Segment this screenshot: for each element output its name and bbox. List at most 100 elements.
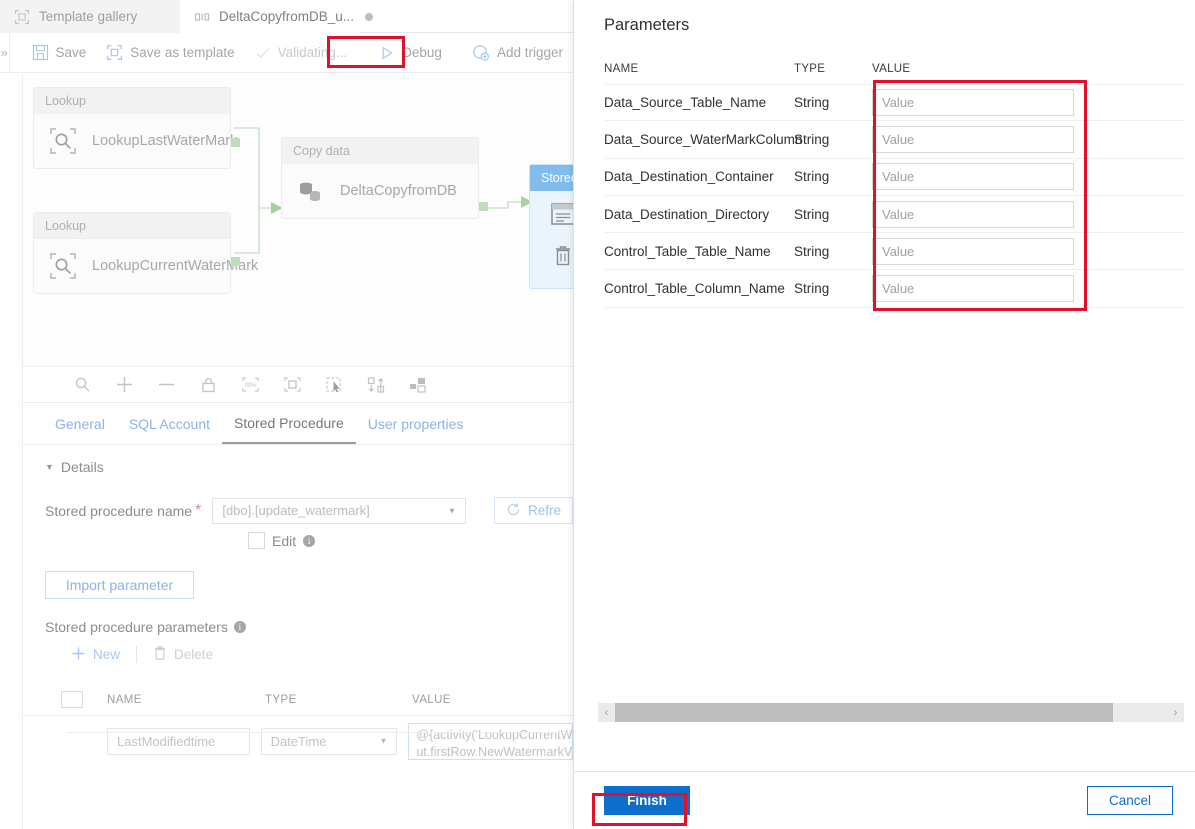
info-icon[interactable]: i <box>303 534 316 547</box>
delete-parameter-button[interactable]: Delete <box>143 641 223 668</box>
column-header-value: VALUE <box>872 63 911 75</box>
select-all-checkbox[interactable] <box>61 691 83 708</box>
table-row[interactable]: LastModifiedtime DateTime ▼ @{activity('… <box>23 716 573 766</box>
parameter-type: String <box>794 169 830 185</box>
parameter-name: Control_Table_Column_Name <box>604 281 785 297</box>
new-parameter-button[interactable]: New <box>61 642 130 668</box>
refresh-icon <box>506 502 521 520</box>
tab-stored-procedure[interactable]: Stored Procedure <box>222 403 356 444</box>
tab-template-gallery[interactable]: Template gallery <box>0 0 180 33</box>
parameter-type-value: DateTime <box>270 733 327 749</box>
scroll-left-button[interactable]: ‹ <box>598 703 615 722</box>
node-name-label: LookupLastWaterMark <box>92 132 238 149</box>
parameter-value-input[interactable]: Value <box>872 237 1074 265</box>
activity-node-lookup-current-watermark[interactable]: Lookup LookupCurrentWaterMark <box>33 212 259 294</box>
add-trigger-icon <box>472 44 490 62</box>
parameter-value-input[interactable]: @{activity('LookupCurrentWaterM ut.first… <box>408 722 573 760</box>
activity-node-copy-data[interactable]: Copy data DeltaCopyfromDB <box>281 137 488 219</box>
column-header-type: TYPE <box>265 693 297 706</box>
zoom-in-icon[interactable] <box>103 367 145 403</box>
refresh-button[interactable]: Refre <box>493 497 573 524</box>
save-icon <box>32 44 49 61</box>
parameter-type: String <box>794 243 830 259</box>
parameter-type: String <box>794 95 830 111</box>
save-as-template-button[interactable]: Save as template <box>96 33 244 73</box>
column-header-value: VALUE <box>412 693 451 706</box>
unsaved-changes-dot <box>365 12 374 21</box>
node-output-port[interactable] <box>479 202 488 211</box>
pipeline-canvas[interactable]: Lookup LookupLastWaterMark Lookup Lookup… <box>22 74 573 366</box>
details-section-toggle[interactable]: ▼ Details <box>45 459 573 475</box>
stored-procedure-details: ▼ Details Stored procedure name * [dbo].… <box>22 445 573 829</box>
debug-label: Debug <box>402 45 442 60</box>
activity-node-stored-procedure[interactable]: Stored <box>529 164 573 289</box>
check-icon <box>255 45 271 61</box>
pipeline-icon <box>194 9 210 25</box>
validating-status: Validating... <box>245 33 358 73</box>
column-header-name: NAME <box>604 63 639 75</box>
tab-sql-account[interactable]: SQL Account <box>117 403 222 444</box>
finish-button[interactable]: Finish <box>604 786 690 815</box>
plus-icon <box>71 646 86 664</box>
column-header-type: TYPE <box>794 63 826 75</box>
parameter-value-input[interactable]: Value <box>872 275 1074 303</box>
new-label: New <box>93 647 121 662</box>
save-button[interactable]: Save <box>22 33 97 73</box>
add-trigger-button[interactable]: Add trigger <box>462 33 573 73</box>
caret-down-icon: ▼ <box>45 462 54 472</box>
edit-checkbox[interactable] <box>248 532 265 549</box>
stored-procedure-parameters-label-row: Stored procedure parameters i <box>45 619 573 635</box>
parameters-table: Data_Source_Table_Name String Value Data… <box>604 84 1184 308</box>
import-parameter-button[interactable]: Import parameter <box>45 571 194 599</box>
parameter-value-input[interactable]: Value <box>872 89 1074 117</box>
tab-label: DeltaCopyfromDB_u... <box>219 9 355 24</box>
screen-root: Template gallery DeltaCopyfromDB_u... » <box>0 0 1195 829</box>
node-type-label: Copy data <box>282 138 478 164</box>
scrollbar-thumb[interactable] <box>615 703 1113 722</box>
auto-align-icon[interactable] <box>355 367 397 403</box>
parameter-value-input[interactable]: Value <box>872 163 1074 191</box>
node-name-label: DeltaCopyfromDB <box>340 182 457 199</box>
tab-deltacopyfromdb[interactable]: DeltaCopyfromDB_u... <box>180 0 374 33</box>
node-name-label: LookupCurrentWaterMark <box>92 257 259 274</box>
tab-label: Template gallery <box>39 9 138 24</box>
tab-general[interactable]: General <box>43 403 117 444</box>
parameter-name: Data_Source_Table_Name <box>604 95 767 111</box>
svg-text:00%: 00% <box>244 383 257 389</box>
scrollbar-track[interactable] <box>615 703 1167 722</box>
lock-icon[interactable] <box>187 367 229 403</box>
node-output-port[interactable] <box>231 257 240 266</box>
trash-icon <box>153 645 167 664</box>
validating-label: Validating... <box>277 45 348 60</box>
zoom-100-icon[interactable]: 00% <box>229 367 271 403</box>
template-icon <box>106 44 123 61</box>
divider <box>136 646 138 663</box>
scroll-right-button[interactable]: › <box>1167 703 1184 722</box>
parameter-value-input[interactable]: Value <box>872 200 1074 228</box>
layout-icon[interactable] <box>397 367 439 403</box>
zoom-icon[interactable] <box>61 367 103 403</box>
zoom-out-icon[interactable] <box>145 367 187 403</box>
stored-procedure-parameters-grid: NAME TYPE VALUE LastModifiedtime DateTim… <box>23 684 573 766</box>
horizontal-scrollbar[interactable]: ‹ › <box>598 703 1184 722</box>
node-output-port[interactable] <box>231 138 240 147</box>
delete-label: Delete <box>174 647 214 662</box>
command-bar: » Save Save as template Validating... De… <box>0 32 573 73</box>
select-icon[interactable] <box>313 367 355 403</box>
debug-button[interactable]: Debug <box>369 33 452 73</box>
stored-procedure-name-select[interactable]: [dbo].[update_watermark] ▼ <box>212 497 466 524</box>
parameter-value-input[interactable]: Value <box>872 125 1074 153</box>
cancel-button[interactable]: Cancel <box>1087 786 1173 815</box>
info-icon[interactable]: i <box>233 621 246 633</box>
activity-node-lookup-last-watermark[interactable]: Lookup LookupLastWaterMark <box>33 87 240 169</box>
delete-icon[interactable] <box>553 245 573 272</box>
refresh-label: Refre <box>527 503 561 518</box>
expand-sidebar-button[interactable]: » <box>0 32 10 73</box>
stored-procedure-icon[interactable] <box>550 202 573 231</box>
stored-procedure-name-value: [dbo].[update_watermark] <box>222 503 370 518</box>
chevron-down-icon: ▼ <box>379 736 388 746</box>
zoom-to-fit-icon[interactable] <box>271 367 313 403</box>
required-asterisk: * <box>195 501 202 519</box>
panel-footer: Finish Cancel <box>574 771 1195 829</box>
tab-user-properties[interactable]: User properties <box>356 403 476 444</box>
